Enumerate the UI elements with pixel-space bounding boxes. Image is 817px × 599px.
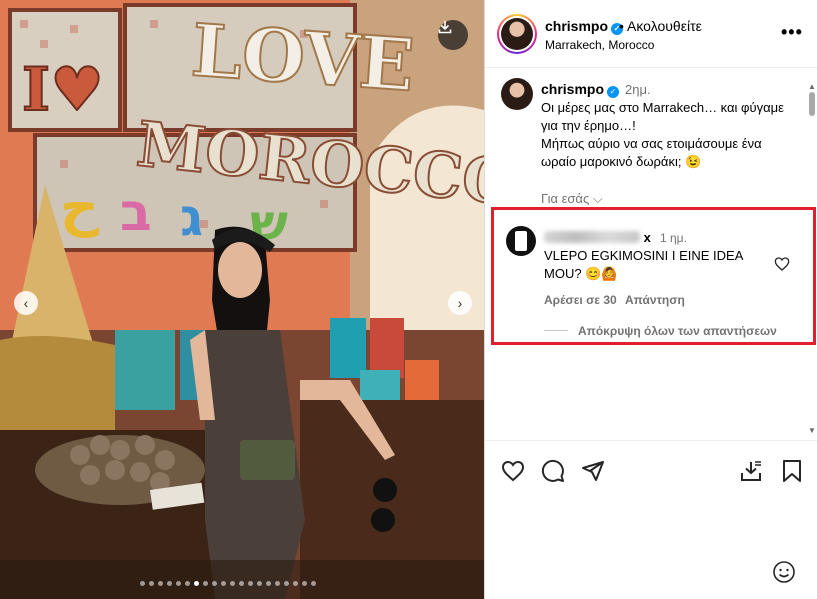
carousel-indicator xyxy=(140,581,316,586)
verified-icon: ✓ xyxy=(607,86,620,98)
scroll-up-icon[interactable]: ▲ xyxy=(808,82,816,91)
comment-likes[interactable]: Αρέσει σε 30 xyxy=(544,293,617,307)
carousel-dot xyxy=(302,581,307,586)
caption-line-2: Μήπως αύριο να σας ετοιμάσουμε ένα ωραίο… xyxy=(541,136,762,169)
emoji-icon[interactable] xyxy=(772,560,796,584)
sign-i-love: I♥ xyxy=(22,55,104,125)
scroll-thumb[interactable] xyxy=(809,92,815,116)
post-photo: LOVE MOROCCO I♥ ح ב ג ש ‹ › xyxy=(0,0,484,599)
commenter-avatar[interactable] xyxy=(506,226,536,256)
download-icon xyxy=(741,460,762,481)
author-avatar[interactable] xyxy=(497,14,537,54)
share-button[interactable] xyxy=(579,457,607,485)
caption-time: 2ημ. xyxy=(625,82,651,97)
carousel-dot xyxy=(311,581,316,586)
comment-button[interactable] xyxy=(539,457,567,485)
download-button[interactable] xyxy=(438,20,468,50)
carousel-dot xyxy=(149,581,154,586)
chevron-left-icon: ‹ xyxy=(23,295,29,311)
save-icon xyxy=(783,460,801,482)
svg-text:ح: ح xyxy=(60,175,99,238)
carousel-dot xyxy=(203,581,208,586)
action-bar xyxy=(485,440,817,500)
scroll-down-icon[interactable]: ▼ xyxy=(808,426,816,435)
carousel-dot xyxy=(275,581,280,586)
heart-icon xyxy=(501,460,525,482)
svg-text:ב: ב xyxy=(120,183,152,243)
carousel-dot xyxy=(257,581,262,586)
comment-time: 1 ημ. xyxy=(660,231,687,245)
hide-replies-button[interactable]: Απόκρυψη όλων των απαντήσεων xyxy=(578,324,777,338)
like-button[interactable] xyxy=(499,457,527,485)
svg-text:ג: ג xyxy=(180,188,203,248)
reply-button[interactable]: Απάντηση xyxy=(625,293,685,307)
author-username-text[interactable]: chrismpo xyxy=(545,18,608,34)
post-location[interactable]: Marrakech, Morocco xyxy=(545,38,654,52)
carousel-dot xyxy=(212,581,217,586)
download-icon xyxy=(438,21,452,34)
comment-text: VLEPO EGKIMOSINI I EINE IDEA MOU? 😊🙆 xyxy=(544,248,743,281)
post-header: chrismpo ✓ • Ακολουθείτε Marrakech, Moroc… xyxy=(485,0,817,68)
carousel-dot xyxy=(140,581,145,586)
commenter-username[interactable]: x xyxy=(544,230,651,245)
share-icon xyxy=(582,461,604,481)
carousel-dot xyxy=(176,581,181,586)
comment-icon xyxy=(541,459,564,482)
follow-status[interactable]: • Ακολουθείτε xyxy=(619,18,702,34)
post-caption: chrismpo ✓ 2ημ. Οι μέρες μας στο Marrakech… xyxy=(541,80,791,171)
next-slide-button[interactable]: › xyxy=(448,291,472,315)
caption-username[interactable]: chrismpo xyxy=(541,81,604,97)
post-viewer: LOVE MOROCCO I♥ ح ב ג ש ‹ › chrismpo ✓ •… xyxy=(0,0,817,599)
author-username[interactable]: chrismpo ✓ xyxy=(545,18,624,35)
carousel-dot xyxy=(293,581,298,586)
carousel-dot xyxy=(194,581,199,586)
carousel-dot xyxy=(239,581,244,586)
carousel-dot xyxy=(221,581,226,586)
caption-line-1: Οι μέρες μας στο Marrakech… και φύγαμε γ… xyxy=(541,100,784,133)
redacted-username xyxy=(544,231,640,243)
carousel-dot xyxy=(230,581,235,586)
caption-avatar[interactable] xyxy=(501,78,533,110)
carousel-dot xyxy=(248,581,253,586)
save-button[interactable] xyxy=(778,457,806,485)
more-icon[interactable]: ••• xyxy=(781,22,803,43)
photo-illustration: LOVE MOROCCO I♥ ح ב ג ש xyxy=(0,0,484,599)
chevron-right-icon: › xyxy=(457,295,463,311)
carousel-dot xyxy=(185,581,190,586)
previous-slide-button[interactable]: ‹ xyxy=(14,291,38,315)
post-side-panel: chrismpo ✓ • Ακολουθείτε Marrakech, Moroc… xyxy=(484,0,817,599)
download-action-button[interactable] xyxy=(737,457,765,485)
divider xyxy=(544,330,568,331)
carousel-dot xyxy=(167,581,172,586)
highlighted-comment: x 1 ημ. VLEPO EGKIMOSINI I EINE IDEA MOU… xyxy=(491,207,816,345)
sign-love: LOVE xyxy=(189,7,417,107)
carousel-dot xyxy=(266,581,271,586)
carousel-dot xyxy=(284,581,289,586)
heart-icon[interactable] xyxy=(774,256,790,272)
for-you-link[interactable]: Για εσάς ⌵ xyxy=(541,191,603,207)
carousel-dot xyxy=(158,581,163,586)
